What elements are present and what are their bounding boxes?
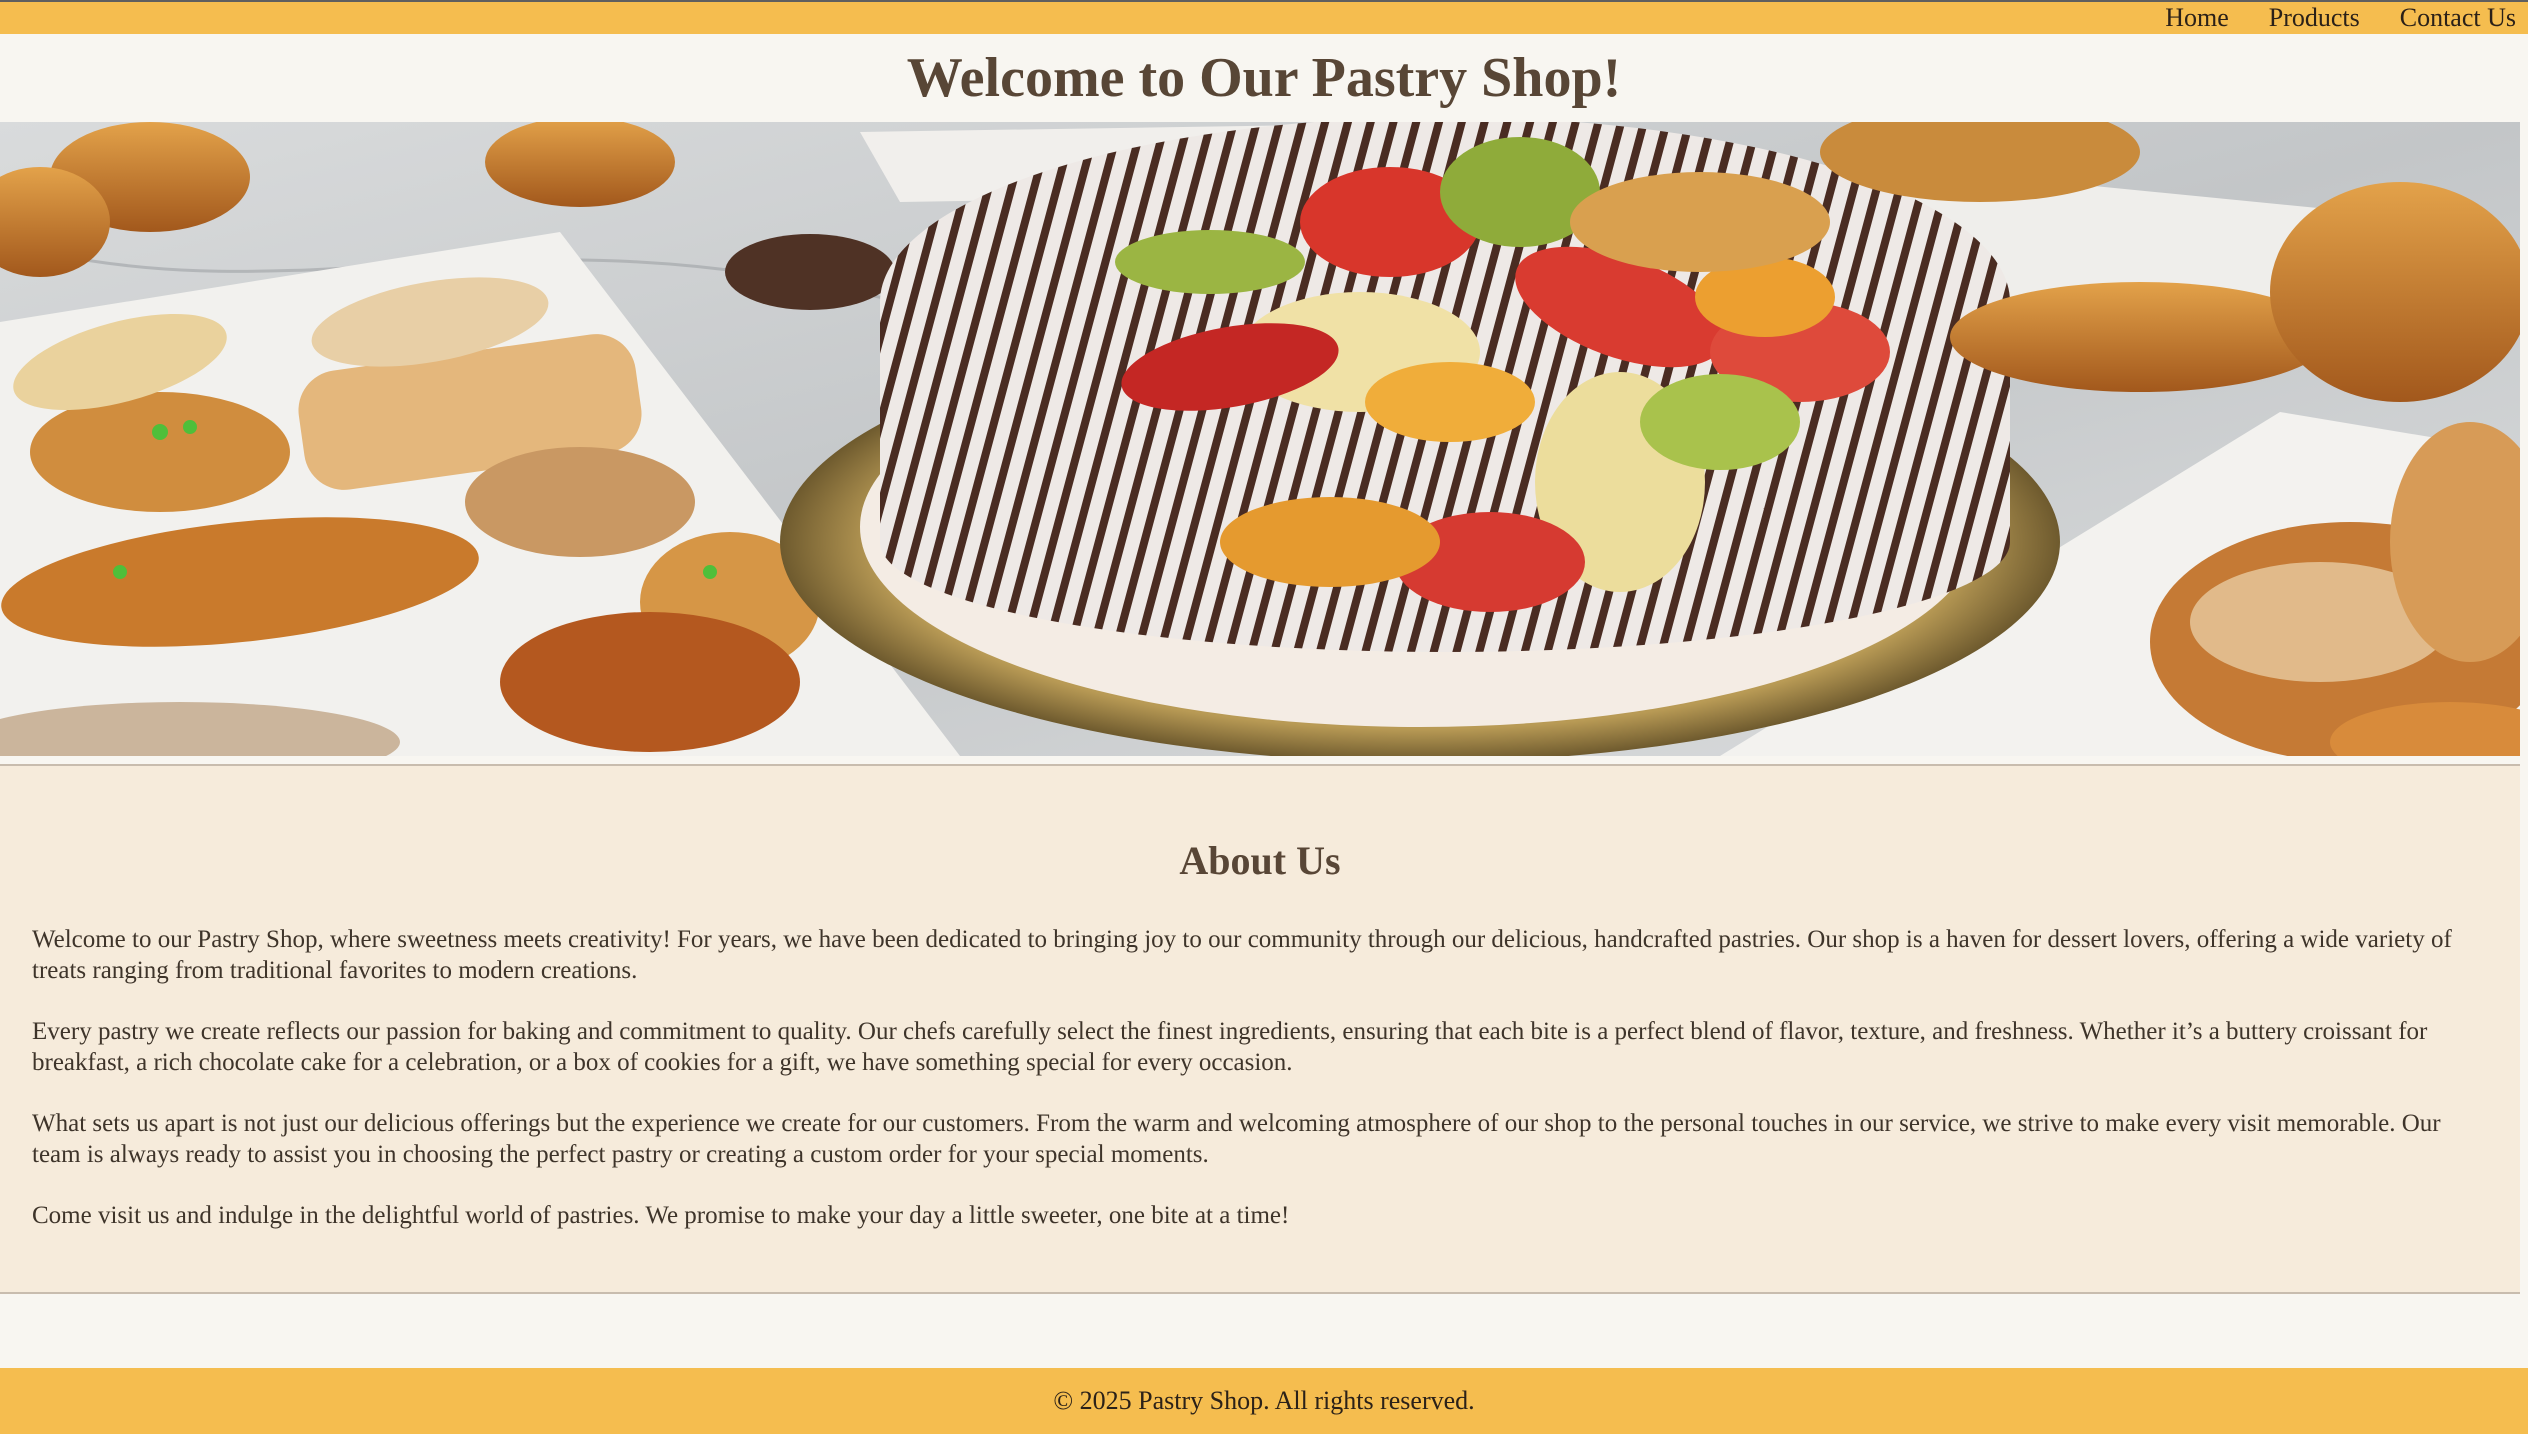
about-paragraph-2: Every pastry we create reflects our pass… — [32, 1018, 2428, 1076]
footer-copyright: © 2025 Pastry Shop. All rights reserved. — [1053, 1386, 1475, 1415]
top-navbar: Home Products Contact Us — [0, 0, 2528, 34]
about-paragraph-1: Welcome to our Pastry Shop, where sweetn… — [32, 926, 2452, 984]
about-section: About Us Welcome to our Pastry Shop, whe… — [0, 764, 2520, 1294]
footer: © 2025 Pastry Shop. All rights reserved. — [0, 1368, 2528, 1434]
page-right-edge — [2520, 34, 2528, 1434]
page-title: Welcome to Our Pastry Shop! — [906, 47, 1622, 109]
hero-pastry-illustration — [0, 122, 2520, 756]
about-paragraph-4: Come visit us and indulge in the delight… — [32, 1202, 1290, 1229]
hero-image — [0, 122, 2520, 756]
nav-link-products[interactable]: Products — [2269, 2, 2360, 34]
about-title: About Us — [1179, 838, 1341, 883]
about-paragraph-3: What sets us apart is not just our delic… — [32, 1110, 2441, 1168]
nav-link-contact-us[interactable]: Contact Us — [2400, 2, 2516, 34]
nav-links: Home Products Contact Us — [2165, 2, 2516, 34]
nav-link-home[interactable]: Home — [2165, 2, 2229, 34]
